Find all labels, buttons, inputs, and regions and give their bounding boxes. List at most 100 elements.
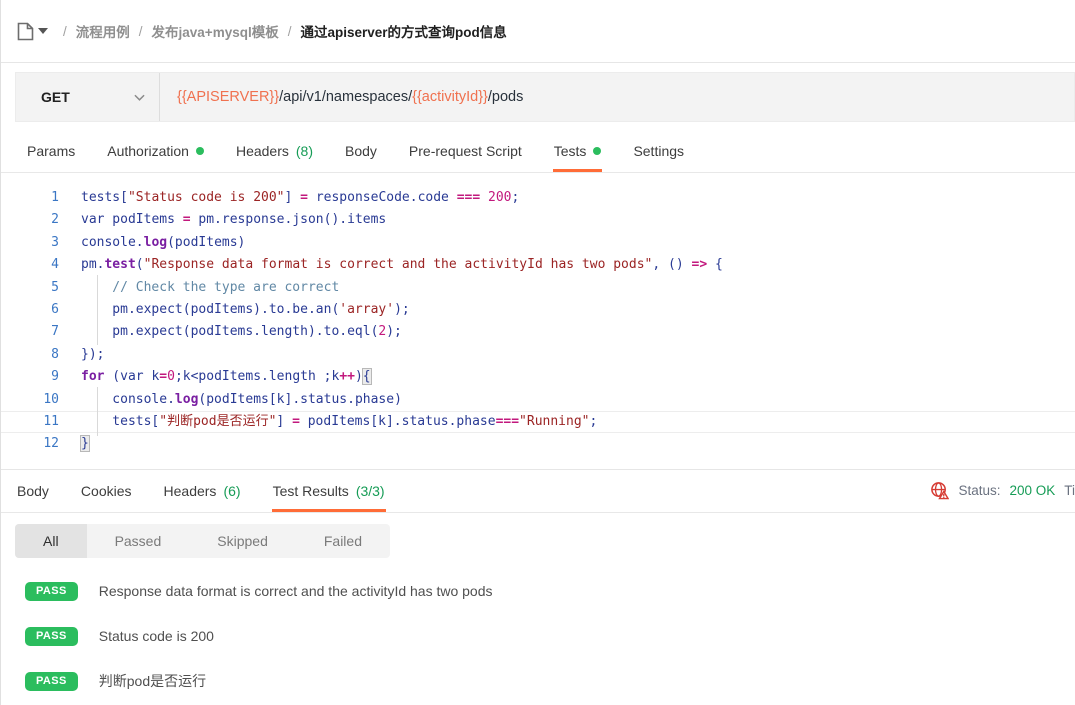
code-token: log bbox=[144, 235, 167, 250]
status-label: Status: bbox=[958, 483, 1000, 498]
indent-guide bbox=[81, 321, 112, 343]
pass-badge: PASS bbox=[25, 627, 78, 646]
test-result-row: PASSResponse data format is correct and … bbox=[25, 580, 1075, 603]
code-token: { bbox=[363, 369, 371, 384]
filter-passed[interactable]: Passed bbox=[87, 524, 190, 558]
tab-headers[interactable]: Headers(8) bbox=[235, 130, 314, 172]
breadcrumb-item-流程用例[interactable]: 流程用例 bbox=[76, 21, 130, 41]
test-result-text: 判断pod是否运行 bbox=[99, 671, 206, 691]
code-line-text: tests["Status code is 200"] = responseCo… bbox=[59, 187, 1075, 209]
tab-params[interactable]: Params bbox=[26, 130, 76, 172]
tab-count-badge: (3/3) bbox=[356, 483, 385, 499]
tab-label: Settings bbox=[633, 143, 684, 159]
code-token: console. bbox=[81, 235, 144, 250]
tab-label: Params bbox=[27, 143, 75, 159]
tab-count-badge: (8) bbox=[296, 143, 313, 159]
code-token: pm.expect(podItems).to.be.an( bbox=[112, 302, 339, 317]
filter-skipped[interactable]: Skipped bbox=[189, 524, 296, 558]
code-token: ;k<podItems.length ;k bbox=[175, 369, 339, 384]
code-line: 10console.log(podItems[k].status.phase) bbox=[1, 389, 1075, 411]
breadcrumb-separator: / bbox=[139, 24, 143, 39]
code-token: { bbox=[707, 257, 723, 272]
test-result-text: Status code is 200 bbox=[99, 628, 214, 644]
response-tab-test-results[interactable]: Test Results (3/3) bbox=[272, 470, 386, 512]
method-label: GET bbox=[41, 89, 70, 105]
code-token: pm.expect(podItems.length).to.eql( bbox=[112, 324, 378, 339]
line-number: 1 bbox=[1, 187, 59, 209]
method-dropdown[interactable]: GET bbox=[16, 73, 160, 121]
code-line: 5// Check the type are correct bbox=[1, 277, 1075, 299]
tab-body[interactable]: Body bbox=[344, 130, 378, 172]
code-line: 6 pm.expect(podItems).to.be.an('array'); bbox=[1, 299, 1075, 321]
code-token: = bbox=[300, 190, 308, 205]
breadcrumb-item-发布java-mysql模板[interactable]: 发布java+mysql模板 bbox=[152, 21, 279, 41]
code-token: ); bbox=[394, 302, 410, 317]
url-path-segment: /api/v1/namespaces/ bbox=[279, 89, 412, 105]
tab-label: Test Results bbox=[273, 483, 349, 499]
code-token: // Check the type are correct bbox=[112, 280, 339, 295]
code-token: tests[ bbox=[81, 190, 128, 205]
response-header: Body Cookies Headers (6) Test Results (3/3) S… bbox=[1, 470, 1075, 513]
code-token: ] bbox=[285, 190, 301, 205]
chevron-down-icon bbox=[38, 28, 48, 34]
tab-tests[interactable]: Tests bbox=[553, 130, 603, 172]
code-token: 'array' bbox=[339, 302, 394, 317]
code-token: 200 bbox=[488, 190, 511, 205]
code-token: = bbox=[183, 212, 191, 227]
code-line-text: pm.test("Response data format is correct… bbox=[59, 254, 1075, 276]
breadcrumb-items: /流程用例/发布java+mysql模板/通过apiserver的方式查询pod… bbox=[54, 21, 507, 41]
pass-badge: PASS bbox=[25, 582, 78, 601]
file-type-dropdown[interactable] bbox=[17, 22, 48, 41]
chevron-down-icon bbox=[134, 92, 145, 103]
indent-guide bbox=[81, 277, 112, 299]
url-input[interactable]: {{APISERVER}}/api/v1/namespaces/{{activi… bbox=[160, 73, 1074, 121]
network-error-globe-icon[interactable] bbox=[930, 481, 949, 500]
tab-pre-request-script[interactable]: Pre-request Script bbox=[408, 130, 523, 172]
tab-settings[interactable]: Settings bbox=[632, 130, 685, 172]
green-dot-icon bbox=[593, 147, 601, 155]
code-token: => bbox=[692, 257, 708, 272]
response-tab-headers[interactable]: Headers (6) bbox=[163, 470, 242, 512]
code-token: } bbox=[81, 436, 89, 451]
tab-label: Authorization bbox=[107, 143, 189, 159]
code-token: = bbox=[159, 369, 167, 384]
code-line: 11tests["判断pod是否运行"] = podItems[k].statu… bbox=[1, 411, 1075, 433]
code-line-text: for (var k=0;k<podItems.length ;k++){ bbox=[59, 366, 1075, 388]
tab-label: Headers bbox=[164, 483, 217, 499]
tab-label: Body bbox=[17, 483, 49, 499]
code-token: ( bbox=[136, 257, 144, 272]
code-token: (podItems[k].status.phase) bbox=[198, 392, 402, 407]
tab-authorization[interactable]: Authorization bbox=[106, 130, 205, 172]
tests-code-editor[interactable]: 1tests["Status code is 200"] = responseC… bbox=[1, 173, 1075, 469]
code-token: pm.response.json().items bbox=[191, 212, 387, 227]
code-line-text: }); bbox=[59, 344, 1075, 366]
response-meta: Status: 200 OK Ti bbox=[930, 470, 1075, 512]
line-number: 6 bbox=[1, 299, 59, 321]
filter-all[interactable]: All bbox=[15, 524, 87, 558]
request-url-section: GET {{APISERVER}}/api/v1/namespaces/{{ac… bbox=[1, 63, 1075, 130]
line-number: 8 bbox=[1, 344, 59, 366]
code-line-text: var podItems = pm.response.json().items bbox=[59, 209, 1075, 231]
code-token: tests[ bbox=[112, 414, 159, 429]
indent-guide bbox=[81, 389, 112, 411]
response-tab-body[interactable]: Body bbox=[16, 470, 50, 512]
filter-failed[interactable]: Failed bbox=[296, 524, 390, 558]
test-results-list: PASSResponse data format is correct and … bbox=[1, 567, 1075, 693]
tab-label: Body bbox=[345, 143, 377, 159]
tab-count-badge: (6) bbox=[223, 483, 240, 499]
code-token: (podItems) bbox=[167, 235, 245, 250]
response-tab-cookies[interactable]: Cookies bbox=[80, 470, 133, 512]
code-token: test bbox=[104, 257, 135, 272]
code-token: 0 bbox=[167, 369, 175, 384]
code-token bbox=[480, 190, 488, 205]
code-token: ) bbox=[355, 369, 363, 384]
code-line-text: } bbox=[59, 433, 1075, 455]
code-line-text: // Check the type are correct bbox=[59, 277, 1075, 299]
code-token: var podItems bbox=[81, 212, 183, 227]
line-number: 3 bbox=[1, 232, 59, 254]
code-token: === bbox=[457, 190, 480, 205]
line-number: 12 bbox=[1, 433, 59, 455]
code-line: 7pm.expect(podItems.length).to.eql(2); bbox=[1, 321, 1075, 343]
code-line: 9for (var k=0;k<podItems.length ;k++){ bbox=[1, 366, 1075, 388]
file-icon bbox=[17, 22, 34, 41]
